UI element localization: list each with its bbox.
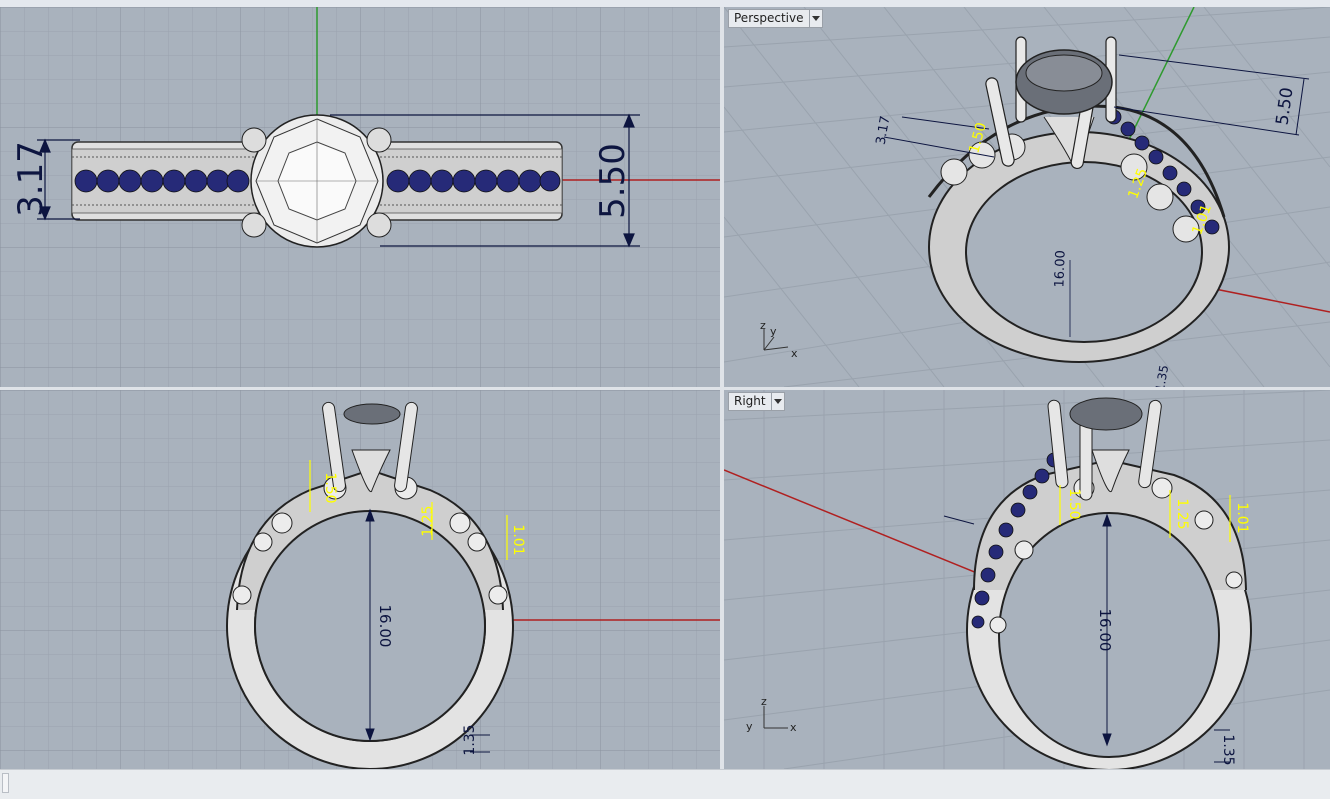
viewport-tab-label: Perspective bbox=[734, 11, 804, 25]
chevron-down-icon[interactable] bbox=[808, 10, 822, 27]
dim-label-e: 1.35 bbox=[462, 724, 478, 755]
status-bar bbox=[0, 769, 1330, 799]
dim-label-e: 1.35 bbox=[1220, 734, 1236, 765]
viewport-right[interactable]: Right 16.00 1.35 1.50 1.25 1.01 x z y bbox=[724, 390, 1330, 769]
chevron-down-icon[interactable] bbox=[770, 393, 784, 410]
viewport-front[interactable]: 16.00 1.35 1.50 1.25 1.01 bbox=[0, 390, 720, 769]
dim-label-d: 16.00 bbox=[376, 605, 394, 648]
axis-y-label: y bbox=[770, 325, 777, 338]
viewport-tab-perspective[interactable]: Perspective bbox=[728, 9, 823, 28]
axis-z-label: z bbox=[760, 319, 766, 332]
dim-label-a: 3.17 bbox=[874, 115, 894, 146]
axis-z-label: z bbox=[761, 695, 767, 708]
dim-label-g: 1.35 bbox=[1153, 364, 1171, 387]
viewport-splitter-horizontal[interactable] bbox=[0, 387, 1330, 390]
axis-x-label: x bbox=[790, 721, 797, 734]
dim-label-width: 3.17 bbox=[11, 141, 51, 217]
title-strip bbox=[0, 0, 1330, 7]
dim-label-b: 1.25 bbox=[1174, 498, 1190, 529]
center-stone-top bbox=[241, 114, 392, 248]
viewport-tab-label: Right bbox=[734, 394, 766, 408]
right-view-canvas: 16.00 1.35 1.50 1.25 1.01 x z y bbox=[724, 390, 1330, 769]
dim-label-height: 5.50 bbox=[593, 143, 633, 219]
status-cell[interactable] bbox=[2, 773, 9, 793]
perspective-canvas: 5.50 3.17 16.00 1.50 1.25 1.01 1.35 x z … bbox=[724, 7, 1330, 387]
ring-right bbox=[966, 397, 1252, 769]
dim-label-d: 16.00 bbox=[1096, 609, 1114, 652]
ring-perspective bbox=[927, 36, 1230, 363]
axis-y-label: y bbox=[746, 720, 753, 733]
dim-label-a: 1.50 bbox=[1066, 488, 1082, 519]
top-view-canvas: 3.17 5.50 bbox=[0, 7, 720, 387]
viewport-top[interactable]: 3.17 5.50 bbox=[0, 7, 720, 387]
front-view-canvas: 16.00 1.35 1.50 1.25 1.01 bbox=[0, 390, 720, 769]
axis-x-label: x bbox=[791, 347, 798, 360]
dim-label-c: 1.01 bbox=[510, 524, 526, 555]
viewport-tab-right[interactable]: Right bbox=[728, 392, 785, 411]
dim-label-b: 1.25 bbox=[420, 505, 436, 536]
dim-label-c: 16.00 bbox=[1052, 250, 1068, 288]
dim-label-c: 1.01 bbox=[1234, 502, 1250, 533]
viewport-perspective[interactable]: Perspective 5.50 3.17 16.00 1.50 1.25 1.… bbox=[724, 7, 1330, 387]
axis-widget-right bbox=[763, 706, 788, 729]
dim-label-a: 1.50 bbox=[322, 472, 338, 503]
